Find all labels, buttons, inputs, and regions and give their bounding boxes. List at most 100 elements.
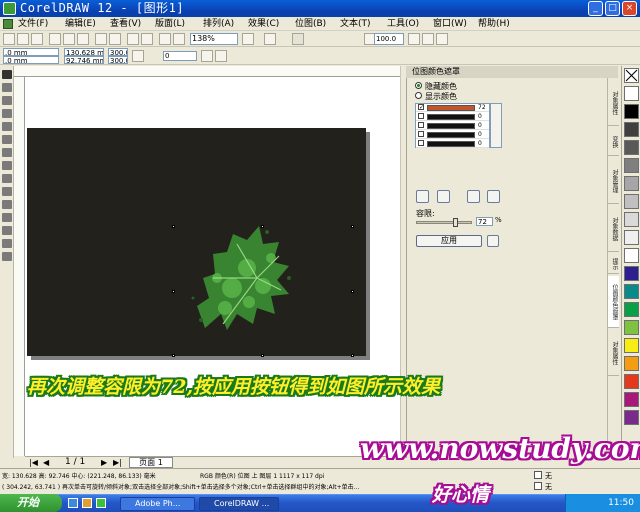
zoom-icon[interactable] [242,33,254,45]
tab-object-properties-2[interactable]: 对象属性 [608,330,619,376]
color-checkbox[interactable] [418,140,424,146]
shape-tool-icon[interactable] [2,83,12,92]
mask-color-row[interactable]: 0 [416,113,489,121]
align-icon[interactable] [408,33,420,45]
menu-effects[interactable]: 效果(C) [248,17,279,31]
tolerance-value-field[interactable]: 72 [476,217,493,226]
trash-icon[interactable] [487,235,499,247]
mask-color-row[interactable]: ✓ 72 [416,104,489,112]
palette-swatch[interactable] [624,176,639,191]
pos-y-field[interactable]: .0 mm [3,56,59,64]
menu-text[interactable]: 文本(T) [340,17,371,31]
snap-icon[interactable] [264,33,276,45]
polygon-tool-icon[interactable] [2,174,12,183]
fill-tool-icon[interactable] [2,252,12,261]
copy-icon[interactable] [63,33,75,45]
tolerance-slider-track[interactable] [416,218,472,227]
zoom-level-field[interactable]: 138% [190,33,238,45]
radio-hide-indicator[interactable] [415,82,422,89]
menu-file[interactable]: 文件(F) [18,17,48,31]
palette-swatch[interactable] [624,140,639,155]
scale-y-field[interactable]: 300.0 [108,56,128,64]
pos-x-field[interactable]: .0 mm [3,48,59,56]
app-launcher-icon[interactable] [173,33,185,45]
apply-button[interactable]: 应用 [416,235,482,247]
open-icon[interactable] [17,33,29,45]
menu-tools[interactable]: 工具(O) [387,17,419,31]
palette-swatch[interactable] [624,302,639,317]
palette-swatch[interactable] [624,320,639,335]
basic-shapes-icon[interactable] [2,187,12,196]
selection-handle[interactable] [172,354,175,357]
pick-tool-icon[interactable] [2,70,12,79]
lock-icon[interactable] [436,33,448,45]
mirror-h-icon[interactable] [201,50,213,62]
menu-window[interactable]: 窗口(W) [433,17,467,31]
menu-view[interactable]: 查看(V) [110,17,141,31]
color-checkbox[interactable] [418,122,424,128]
page-tab[interactable]: 页面 1 [129,457,173,468]
selection-handle[interactable] [172,290,175,293]
print-icon[interactable] [159,33,171,45]
eyedropper-tool-icon[interactable] [2,226,12,235]
minimize-button[interactable]: _ [588,1,603,16]
edit-color-icon[interactable] [437,190,450,203]
selection-handle[interactable] [351,354,354,357]
close-button[interactable]: × [622,1,637,16]
group-icon[interactable] [422,33,434,45]
palette-swatch[interactable] [624,86,639,101]
rectangle-tool-icon[interactable] [2,148,12,157]
palette-swatch[interactable] [624,230,639,245]
last-page-icon[interactable]: ▶| [113,458,122,467]
eyedropper-icon[interactable] [416,190,429,203]
export-icon[interactable] [141,33,153,45]
palette-swatch[interactable] [624,284,639,299]
quick-launch-icon[interactable] [82,498,92,508]
bitmap-image[interactable] [27,128,366,357]
menu-bitmaps[interactable]: 位图(B) [295,17,326,31]
redo-icon[interactable] [109,33,121,45]
open-mask-icon[interactable] [467,190,480,203]
new-icon[interactable] [3,33,15,45]
radio-hide-colors[interactable]: 隐藏颜色 [415,81,505,91]
palette-swatch[interactable] [624,410,639,425]
outline-width-field[interactable]: 100.0 [374,33,404,45]
tab-bitmap-color-mask[interactable]: 位图颜色遮罩 [608,276,619,328]
radio-show-indicator[interactable] [415,92,422,99]
selection-handle[interactable] [351,225,354,228]
palette-swatch[interactable] [624,104,639,119]
interactive-fill-icon[interactable] [2,213,12,222]
mask-color-row[interactable]: 0 [416,122,489,130]
palette-swatch[interactable] [624,158,639,173]
mirror-v-icon[interactable] [215,50,227,62]
save-icon[interactable] [31,33,43,45]
cut-icon[interactable] [49,33,61,45]
quick-launch-icon[interactable] [96,498,106,508]
save-mask-icon[interactable] [487,190,500,203]
tab-object-data[interactable]: 对象数据 [608,206,619,252]
first-page-icon[interactable]: |◀ [29,458,38,467]
selection-handle[interactable] [261,225,264,228]
undo-icon[interactable] [95,33,107,45]
quick-launch-icon[interactable] [68,498,78,508]
selection-handle[interactable] [261,354,264,357]
radio-show-colors[interactable]: 显示颜色 [415,91,505,101]
width-field[interactable]: 130.628 mm [64,48,104,56]
mask-color-row[interactable]: 0 [416,131,489,139]
scale-x-field[interactable]: 300.0 [108,48,128,56]
task-photoshop[interactable]: Adobe Ph... [120,497,195,511]
palette-swatch[interactable] [624,248,639,263]
palette-swatch[interactable] [624,212,639,227]
color-checkbox[interactable]: ✓ [418,104,424,111]
freehand-tool-icon[interactable] [2,122,12,131]
color-checkbox[interactable] [418,113,424,119]
task-coreldraw[interactable]: CorelDRAW ... [199,497,279,511]
mask-color-list[interactable]: ✓ 72 0 0 0 0 [415,103,490,148]
tab-object-manager[interactable]: 对象管理 [608,158,619,204]
no-color-swatch[interactable] [624,68,639,83]
ellipse-tool-icon[interactable] [2,161,12,170]
import-icon[interactable] [127,33,139,45]
zoom-tool-icon[interactable] [2,109,12,118]
prev-page-icon[interactable]: ◀ [43,458,49,467]
tolerance-slider-thumb[interactable] [453,218,458,227]
